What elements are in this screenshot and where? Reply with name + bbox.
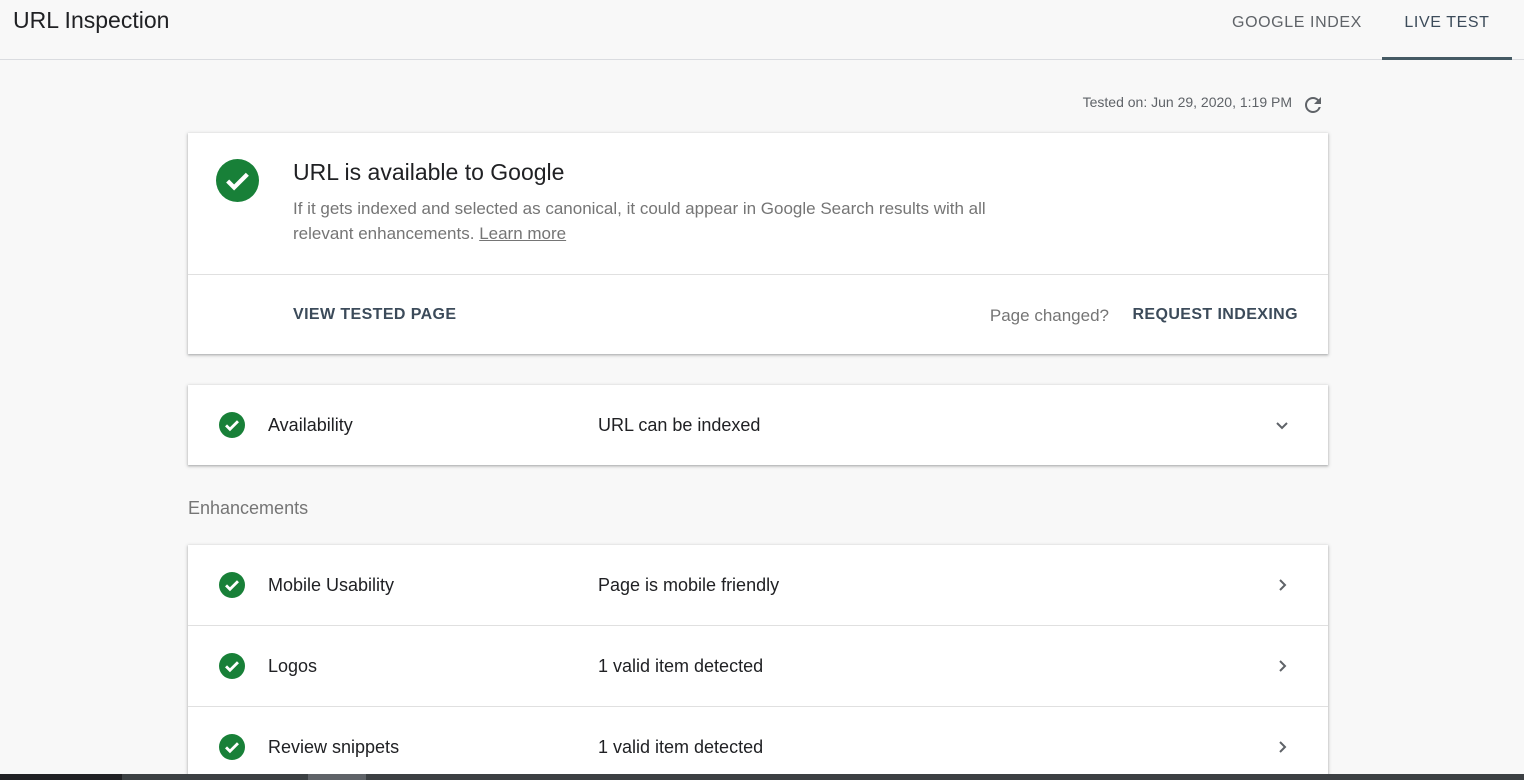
chevron-right-icon[interactable] [1270,735,1294,759]
divider [188,274,1328,275]
status-description: If it gets indexed and selected as canon… [293,196,1013,246]
availability-card: Availability URL can be indexed [188,385,1328,465]
tested-on-timestamp: Tested on: Jun 29, 2020, 1:19 PM [1082,94,1292,110]
request-indexing-button[interactable]: REQUEST INDEXING [1132,306,1298,324]
enhancement-row-mobile-usability[interactable]: Mobile Usability Page is mobile friendly [188,545,1328,626]
check-circle-icon [219,572,245,598]
enhancement-value: 1 valid item detected [598,737,764,757]
availability-label: Availability [268,415,353,435]
enhancement-label: Mobile Usability [268,575,395,595]
refresh-icon[interactable] [1301,93,1325,117]
status-description-text: If it gets indexed and selected as canon… [293,199,986,243]
enhancement-row-logos[interactable]: Logos 1 valid item detected [188,626,1328,707]
check-circle-icon [219,653,245,679]
taskbar-segment [0,774,122,780]
enhancements-heading: Enhancements [188,498,309,518]
enhancement-row-review-snippets[interactable]: Review snippets 1 valid item detected [188,707,1328,780]
page-changed-label: Page changed? [989,306,1109,325]
top-bar: URL Inspection GOOGLE INDEX LIVE TEST [0,0,1524,60]
tab-live-test[interactable]: LIVE TEST [1382,0,1512,60]
taskbar-strip [0,774,1524,780]
chevron-right-icon[interactable] [1270,573,1294,597]
status-title: URL is available to Google [293,159,565,185]
availability-row[interactable]: Availability URL can be indexed [188,385,1328,465]
enhancement-value: Page is mobile friendly [598,575,780,595]
enhancement-label: Logos [268,656,318,676]
enhancement-value: 1 valid item detected [598,656,764,676]
availability-value: URL can be indexed [598,415,761,435]
chevron-right-icon[interactable] [1270,654,1294,678]
chevron-down-icon[interactable] [1270,413,1294,437]
enhancements-card: Mobile Usability Page is mobile friendly… [188,545,1328,780]
enhancement-label: Review snippets [268,737,400,757]
check-circle-icon [219,734,245,760]
status-card: URL is available to Google If it gets in… [188,133,1328,354]
check-circle-icon [216,159,259,202]
page-title: URL Inspection [13,7,170,33]
check-circle-icon [219,412,245,438]
taskbar-segment [308,774,366,780]
tab-google-index[interactable]: GOOGLE INDEX [1218,0,1376,60]
view-tested-page-button[interactable]: VIEW TESTED PAGE [293,306,456,324]
learn-more-link[interactable]: Learn more [479,224,566,243]
